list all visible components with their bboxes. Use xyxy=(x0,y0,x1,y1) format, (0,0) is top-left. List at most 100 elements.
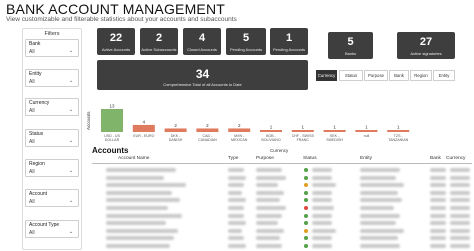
bar-3[interactable] xyxy=(196,128,219,132)
redacted-cell xyxy=(256,198,280,203)
bank-filter[interactable]: Bank All ⌄ xyxy=(25,39,79,57)
redacted-cell xyxy=(228,190,242,195)
redacted-cell xyxy=(312,206,334,210)
col-account-name[interactable]: Account Name xyxy=(118,156,149,161)
chevron-down-icon[interactable]: ⌄ xyxy=(67,107,75,113)
x-tick-label-0: USD - US DOLLAR xyxy=(104,134,120,142)
bar-9[interactable] xyxy=(387,130,410,132)
chevron-down-icon[interactable]: ⌄ xyxy=(67,48,75,54)
tab-region[interactable]: Region xyxy=(410,70,432,81)
redacted-cell xyxy=(430,190,446,195)
account-filter[interactable]: Account All ⌄ xyxy=(25,189,79,207)
redacted-cell xyxy=(312,175,332,180)
dashboard: BANK ACCOUNT MANAGEMENT View customizabl… xyxy=(0,0,474,251)
region-filter[interactable]: Region All ⌄ xyxy=(25,159,79,177)
redacted-cell xyxy=(312,244,332,248)
x-tick-label-7: SEK -SWEDISH xyxy=(326,134,343,142)
account-type-filter[interactable]: Account Type All ⌄ xyxy=(25,220,79,238)
redacted-cell xyxy=(106,213,182,218)
kpi-banks: 5 Banks xyxy=(328,32,373,59)
kpi-value: 2 xyxy=(155,32,163,44)
bar-1[interactable] xyxy=(132,124,155,132)
tab-currency[interactable]: Currency xyxy=(316,70,337,81)
redacted-cell xyxy=(450,198,470,203)
status-filter[interactable]: Status All ⌄ xyxy=(25,129,79,147)
col-status[interactable]: Status xyxy=(303,156,317,161)
entity-filter[interactable]: Entity All ⌄ xyxy=(25,69,79,87)
table-row[interactable] xyxy=(92,242,472,250)
redacted-cell xyxy=(450,168,470,172)
kpi-label: Active signatories xyxy=(410,51,442,56)
bar-2[interactable] xyxy=(164,128,187,132)
chevron-down-icon[interactable]: ⌄ xyxy=(67,229,75,235)
currency-filter-label: Currency xyxy=(29,100,50,106)
status-filter-label: Status xyxy=(29,131,44,137)
tab-bank[interactable]: Bank xyxy=(389,70,409,81)
redacted-cell xyxy=(228,244,246,248)
bar-data-label-9: 1 xyxy=(397,125,400,130)
page-title: BANK ACCOUNT MANAGEMENT xyxy=(6,1,226,17)
bar-7[interactable] xyxy=(323,130,346,132)
bar-4[interactable] xyxy=(228,128,251,132)
kpi-label: Pending Accounts xyxy=(229,47,263,52)
account-type-filter-value: All xyxy=(29,230,35,236)
x-tick-label-4: MXN -MEXICAN xyxy=(231,134,248,142)
redacted-cell xyxy=(312,198,332,203)
kpi-label: Closed Accounts xyxy=(187,47,217,52)
col-currency[interactable]: Currency xyxy=(446,156,474,161)
x-tick-label-1: EUR - EURO xyxy=(133,134,154,138)
table-header-divider xyxy=(92,163,472,164)
col-purpose[interactable]: Purpose xyxy=(256,156,274,161)
redacted-cell xyxy=(106,221,166,226)
redacted-cell xyxy=(450,244,470,248)
x-tick-label-5: BOB -BOLIVIANO xyxy=(261,134,281,142)
redacted-cell xyxy=(430,213,446,218)
status-indicator xyxy=(304,175,308,180)
col-bank[interactable]: Bank xyxy=(430,156,441,161)
currency-filter-value: All xyxy=(29,108,35,114)
redacted-cell xyxy=(360,244,400,248)
tab-purpose[interactable]: Purpose xyxy=(364,70,388,81)
redacted-cell xyxy=(256,168,282,172)
col-entity[interactable]: Entity xyxy=(360,156,372,161)
redacted-cell xyxy=(256,236,280,241)
tab-status[interactable]: Status xyxy=(339,70,363,81)
status-indicator xyxy=(304,213,308,218)
bar-8[interactable] xyxy=(355,130,378,132)
redacted-cell xyxy=(430,236,446,241)
bar-data-label-0: 13 xyxy=(109,104,115,109)
chevron-down-icon[interactable]: ⌄ xyxy=(67,78,75,84)
redacted-cell xyxy=(256,190,284,195)
redacted-cell xyxy=(106,236,174,241)
redacted-cell xyxy=(106,228,178,233)
redacted-cell xyxy=(360,175,396,180)
redacted-cell xyxy=(430,198,446,203)
bar-data-label-6: 1 xyxy=(302,125,305,130)
redacted-cell xyxy=(228,213,244,218)
chevron-down-icon[interactable]: ⌄ xyxy=(67,168,75,174)
status-indicator xyxy=(304,168,308,172)
bar-5[interactable] xyxy=(260,130,282,132)
redacted-cell xyxy=(450,236,470,241)
chevron-down-icon[interactable]: ⌄ xyxy=(67,198,75,204)
bar-6[interactable] xyxy=(291,130,314,132)
status-indicator xyxy=(304,206,308,210)
currency-filter[interactable]: Currency All ⌄ xyxy=(25,98,79,116)
chevron-down-icon[interactable]: ⌄ xyxy=(67,138,75,144)
redacted-cell xyxy=(312,221,332,226)
account-filter-value: All xyxy=(29,199,35,205)
col-type[interactable]: Type xyxy=(228,156,238,161)
tab-entity[interactable]: Entity xyxy=(433,70,455,81)
total-label: Comprehensive Total of all Accounts to D… xyxy=(163,82,242,87)
redacted-cell xyxy=(256,244,282,248)
redacted-cell xyxy=(228,183,244,188)
redacted-cell xyxy=(450,206,470,210)
x-axis-title: Currency xyxy=(270,148,289,153)
bar-0[interactable] xyxy=(101,109,123,132)
redacted-cell xyxy=(360,213,400,218)
redacted-cell xyxy=(430,168,446,172)
kpi-value: 5 xyxy=(242,32,250,44)
account-filter-label: Account xyxy=(29,191,48,197)
redacted-cell xyxy=(430,228,446,233)
redacted-cell xyxy=(430,244,446,248)
